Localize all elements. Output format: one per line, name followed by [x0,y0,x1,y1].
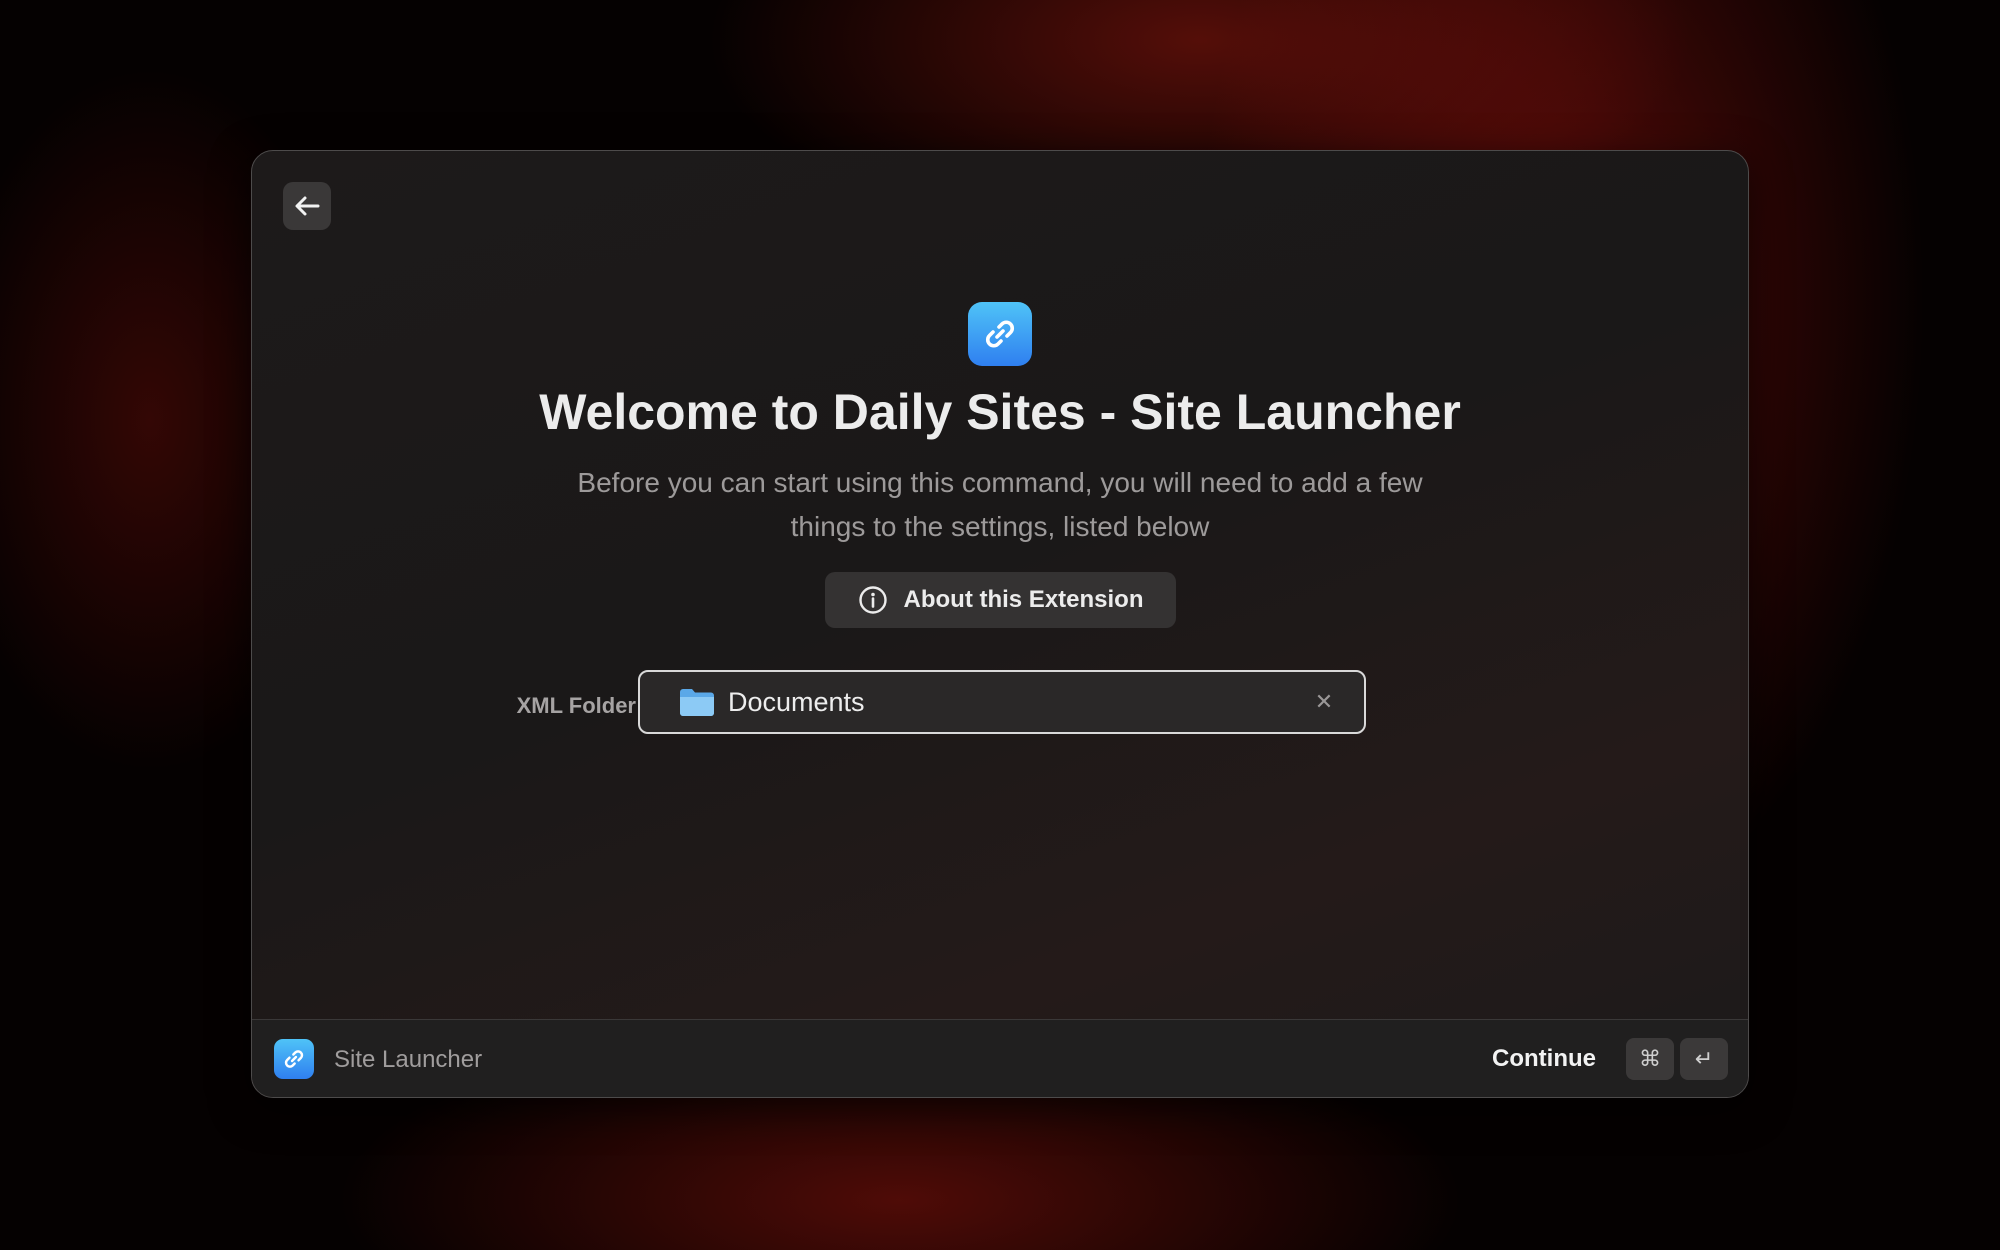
subtitle-line-1: Before you can start using this command,… [577,467,1423,498]
about-extension-label: About this Extension [903,586,1144,613]
extension-window: Welcome to Daily Sites - Site Launcher B… [251,150,1749,1098]
about-extension-button[interactable]: About this Extension [825,572,1176,628]
extension-name: Site Launcher [334,1046,483,1073]
back-button[interactable] [283,182,331,230]
xml-folder-picker[interactable]: Documents ✕ [638,670,1366,734]
action-bar: Site Launcher Continue ⌘ ↵ [252,1019,1748,1097]
subtitle-line-2: things to the settings, listed below [790,511,1210,542]
app-icon [968,302,1032,366]
footer-app-icon [274,1039,314,1079]
return-key-icon: ↵ [1680,1038,1728,1080]
xml-folder-value: Documents [728,686,865,717]
close-icon[interactable]: ✕ [1304,682,1344,722]
folder-icon [678,686,716,718]
page-title: Welcome to Daily Sites - Site Launcher [539,384,1461,440]
command-key-icon: ⌘ [1626,1038,1674,1080]
page-subtitle: Before you can start using this command,… [252,461,1748,549]
continue-button[interactable]: Continue [1492,1045,1596,1073]
arrow-left-icon [294,195,320,217]
xml-folder-label: XML Folder [516,693,636,718]
info-circle-icon [858,585,888,615]
link-icon [281,1046,307,1072]
link-icon [980,314,1020,354]
